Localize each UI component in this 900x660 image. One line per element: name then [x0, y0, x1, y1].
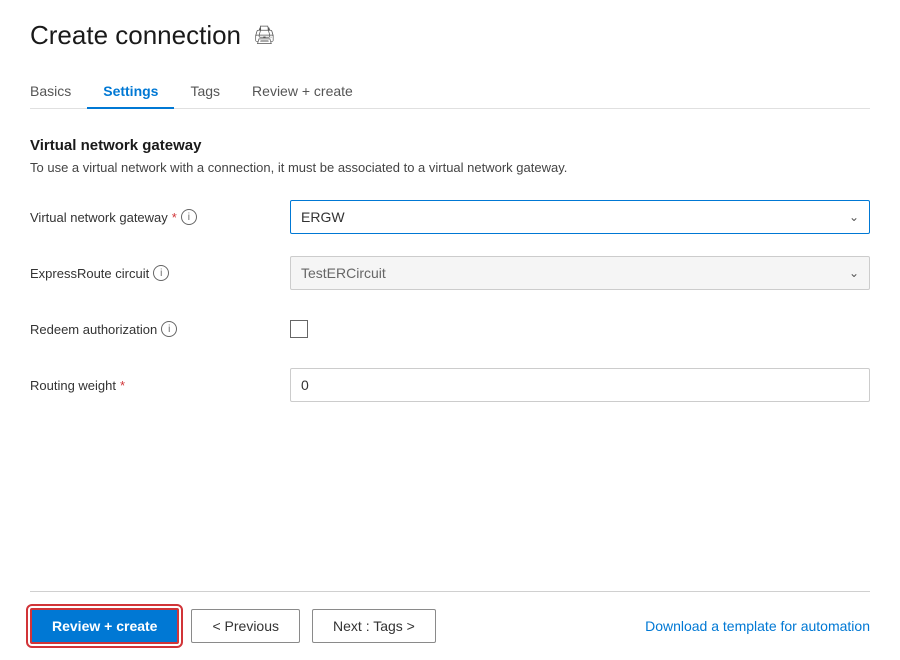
- circuit-value: TestERCircuit: [301, 265, 386, 281]
- gateway-chevron-icon: ⌄: [849, 210, 859, 224]
- circuit-chevron-icon: ⌄: [849, 266, 859, 280]
- section-description: To use a virtual network with a connecti…: [30, 160, 870, 175]
- routing-row: Routing weight *: [30, 367, 870, 403]
- print-icon[interactable]: 🖨: [253, 25, 276, 46]
- routing-required: *: [120, 378, 125, 393]
- circuit-select[interactable]: TestERCircuit ⌄: [290, 256, 870, 290]
- redeem-info-icon[interactable]: i: [161, 321, 177, 337]
- routing-input[interactable]: [290, 368, 870, 402]
- download-template-button[interactable]: Download a template for automation: [645, 618, 870, 634]
- gateway-row: Virtual network gateway * i ERGW ⌄: [30, 199, 870, 235]
- gateway-value: ERGW: [301, 209, 345, 225]
- tab-review-create[interactable]: Review + create: [236, 75, 369, 109]
- gateway-info-icon[interactable]: i: [181, 209, 197, 225]
- tab-settings[interactable]: Settings: [87, 75, 174, 109]
- tab-tags[interactable]: Tags: [174, 75, 236, 109]
- gateway-select[interactable]: ERGW ⌄: [290, 200, 870, 234]
- previous-button[interactable]: < Previous: [191, 609, 300, 643]
- gateway-control: ERGW ⌄: [290, 200, 870, 234]
- redeem-checkbox[interactable]: [290, 320, 308, 338]
- gateway-required: *: [172, 210, 177, 225]
- circuit-row: ExpressRoute circuit i TestERCircuit ⌄: [30, 255, 870, 291]
- redeem-row: Redeem authorization i: [30, 311, 870, 347]
- redeem-control: [290, 320, 870, 338]
- next-tags-button[interactable]: Next : Tags >: [312, 609, 436, 643]
- tab-basics[interactable]: Basics: [30, 75, 87, 109]
- gateway-label: Virtual network gateway * i: [30, 209, 290, 225]
- footer: Review + create < Previous Next : Tags >…: [30, 591, 870, 660]
- section-title: Virtual network gateway: [30, 137, 870, 154]
- page-title: Create connection: [30, 20, 241, 51]
- circuit-info-icon[interactable]: i: [153, 265, 169, 281]
- routing-control: [290, 368, 870, 402]
- redeem-label: Redeem authorization i: [30, 321, 290, 337]
- circuit-label: ExpressRoute circuit i: [30, 265, 290, 281]
- tab-bar: Basics Settings Tags Review + create: [30, 75, 870, 109]
- circuit-control: TestERCircuit ⌄: [290, 256, 870, 290]
- review-create-button[interactable]: Review + create: [30, 608, 179, 644]
- routing-label: Routing weight *: [30, 378, 290, 393]
